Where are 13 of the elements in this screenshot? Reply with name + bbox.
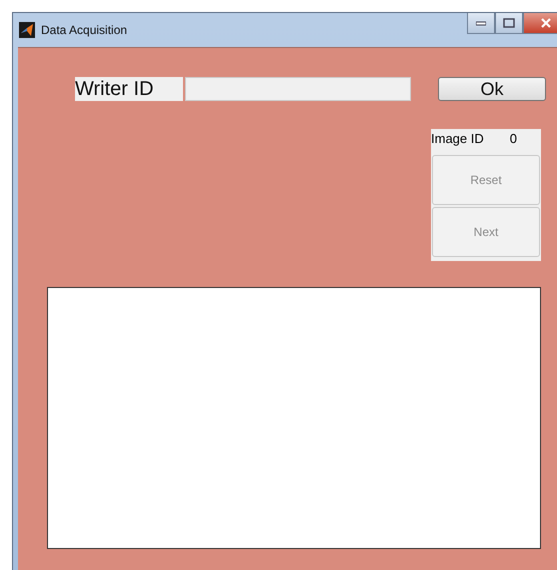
ok-button[interactable]: Ok	[438, 77, 546, 101]
window-title: Data Acquisition	[41, 23, 128, 37]
minimize-button[interactable]	[467, 13, 495, 34]
app-icon	[19, 22, 35, 38]
minimize-icon	[476, 20, 486, 26]
image-id-value: 0	[510, 131, 517, 148]
close-button[interactable]	[523, 13, 557, 34]
image-id-label: Image ID	[431, 131, 484, 148]
close-icon	[541, 18, 551, 28]
maximize-icon	[503, 18, 515, 28]
maximize-button[interactable]	[495, 13, 523, 34]
writer-id-field[interactable]	[185, 77, 411, 101]
writer-id-label: Writer ID	[75, 77, 183, 101]
